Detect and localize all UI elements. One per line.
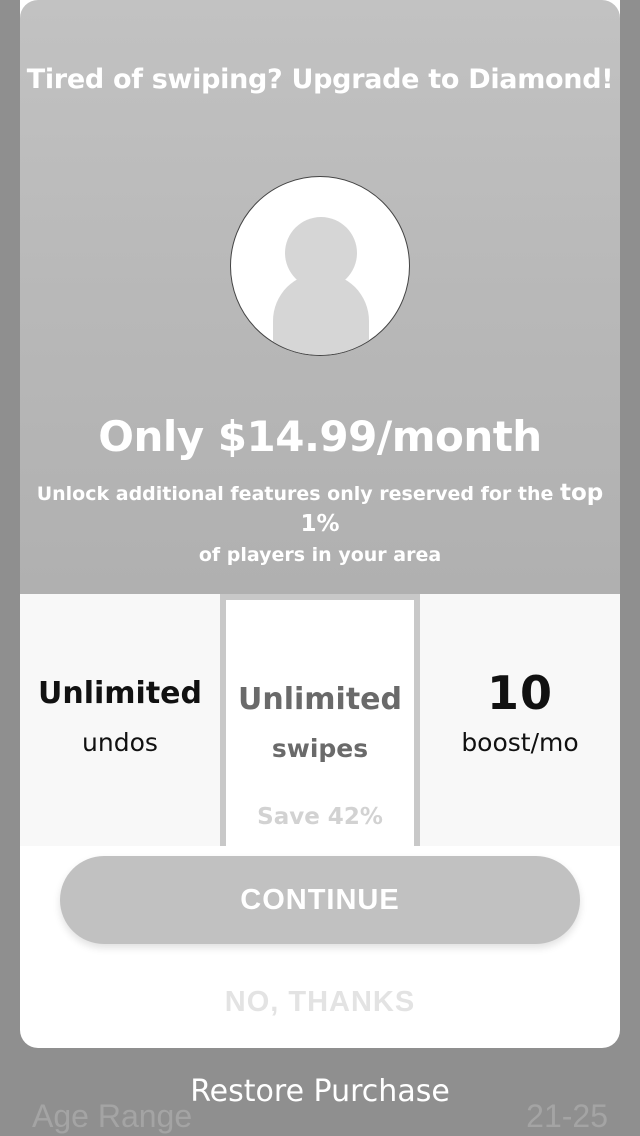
subtitle-text: Unlock additional features only reserved… xyxy=(36,483,560,505)
continue-button[interactable]: CONTINUE xyxy=(60,856,580,944)
feature-options: Unlimited undos Unlimited swipes Save 42… xyxy=(20,594,620,846)
subtitle: Unlock additional features only reserved… xyxy=(20,478,620,570)
feature-option-undos[interactable]: Unlimited undos xyxy=(20,594,220,846)
savings-badge: Save 42% xyxy=(257,804,383,830)
feature-title: Unlimited xyxy=(38,676,202,711)
subtitle-text-2: of players in your area xyxy=(198,544,442,566)
feature-subtitle: undos xyxy=(82,728,158,757)
no-thanks-button[interactable]: NO, THANKS xyxy=(20,986,620,1019)
avatar-body-icon xyxy=(273,273,369,355)
feature-subtitle: swipes xyxy=(271,734,369,763)
restore-purchase-link[interactable]: Restore Purchase xyxy=(0,1074,640,1109)
feature-title: Unlimited xyxy=(238,682,402,717)
modal-header: Tired of swiping? Upgrade to Diamond! On… xyxy=(20,0,620,594)
avatar xyxy=(230,176,410,356)
feature-subtitle: boost/mo xyxy=(461,728,579,757)
price-label: Only $14.99/month xyxy=(98,412,542,461)
feature-option-swipes[interactable]: Unlimited swipes Save 42% xyxy=(220,594,420,846)
feature-option-boost[interactable]: 10 boost/mo xyxy=(420,594,620,846)
modal-headline: Tired of swiping? Upgrade to Diamond! xyxy=(26,64,614,95)
feature-title: 10 xyxy=(486,666,553,720)
upgrade-modal: Tired of swiping? Upgrade to Diamond! On… xyxy=(20,0,620,1048)
